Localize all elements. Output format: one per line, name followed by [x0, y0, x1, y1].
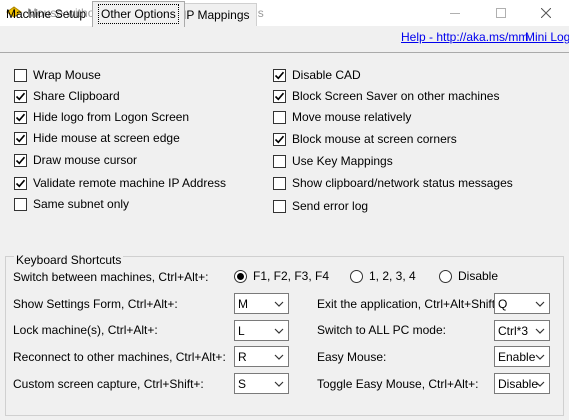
switch-number-keys-label: 1, 2, 3, 4 [369, 269, 416, 283]
toggle-easy-mouse-value: Disable [498, 377, 539, 391]
move-mouse-relatively-checkbox[interactable]: Move mouse relatively [273, 109, 411, 125]
screen-capture-label: Custom screen capture, Ctrl+Shift+: [13, 377, 204, 391]
tab-machine-setup[interactable]: Machine Setup [0, 3, 92, 27]
show-status-messages-checkbox[interactable]: Show clipboard/network status messages [273, 175, 513, 191]
chevron-down-icon [534, 324, 546, 337]
show-settings-label: Show Settings Form, Ctrl+Alt+: [13, 297, 178, 311]
validate-ip-label: Validate remote machine IP Address [33, 176, 226, 190]
checkmark-icon [14, 153, 27, 167]
checkmark-icon [14, 131, 27, 145]
checkbox-box [14, 68, 27, 82]
validate-ip-checkbox[interactable]: Validate remote machine IP Address [14, 175, 226, 191]
block-screensaver-checkbox[interactable]: Block Screen Saver on other machines [273, 88, 499, 104]
block-mouse-corners-label: Block mouse at screen corners [292, 132, 457, 146]
checkbox-box [273, 176, 286, 190]
show-settings-select[interactable]: M [234, 293, 289, 314]
reconnect-value: R [238, 350, 247, 364]
switch-f-keys-radio[interactable]: F1, F2, F3, F4 [234, 268, 329, 284]
draw-mouse-cursor-checkbox[interactable]: Draw mouse cursor [14, 152, 137, 168]
send-error-log-label: Send error log [292, 199, 369, 213]
lock-machines-value: L [238, 324, 245, 338]
exit-app-label: Exit the application, Ctrl+Alt+Shift+: [317, 297, 506, 311]
chevron-down-icon [534, 350, 546, 363]
checkmark-icon [14, 110, 27, 124]
switch-number-keys-radio[interactable]: 1, 2, 3, 4 [350, 268, 416, 284]
tab-other-options-label: Other Options [98, 4, 179, 24]
share-clipboard-label: Share Clipboard [33, 89, 120, 103]
disable-cad-checkbox[interactable]: Disable CAD [273, 67, 361, 83]
checkmark-icon [273, 68, 286, 82]
wrap-mouse-label: Wrap Mouse [33, 68, 101, 82]
radio-selected-icon [234, 269, 247, 283]
all-pc-mode-label: Switch to ALL PC mode: [317, 323, 446, 337]
toggle-easy-mouse-label: Toggle Easy Mouse, Ctrl+Alt+: [317, 377, 479, 391]
mini-log-link[interactable]: Mini Log [525, 30, 569, 44]
chevron-down-icon [273, 324, 285, 337]
switch-f-keys-label: F1, F2, F3, F4 [253, 269, 330, 283]
checkbox-box [273, 199, 286, 213]
send-error-log-checkbox[interactable]: Send error log [273, 198, 368, 214]
chevron-down-icon [534, 297, 546, 310]
exit-app-select[interactable]: Q [494, 293, 550, 314]
radio-empty-icon [439, 269, 452, 283]
hide-logo-label: Hide logo from Logon Screen [33, 110, 190, 124]
switch-machines-label: Switch between machines, Ctrl+Alt+: [13, 270, 209, 284]
reconnect-label: Reconnect to other machines, Ctrl+Alt+: [13, 350, 226, 364]
chevron-down-icon [273, 377, 285, 390]
show-settings-value: M [238, 297, 248, 311]
share-clipboard-checkbox[interactable]: Share Clipboard [14, 88, 120, 104]
easy-mouse-label: Easy Mouse: [317, 350, 387, 364]
draw-mouse-cursor-label: Draw mouse cursor [33, 153, 138, 167]
checkmark-icon [14, 89, 27, 103]
exit-app-value: Q [498, 297, 508, 311]
same-subnet-checkbox[interactable]: Same subnet only [14, 196, 129, 212]
easy-mouse-value: Enable [498, 350, 536, 364]
use-key-mappings-checkbox[interactable]: Use Key Mappings [273, 153, 393, 169]
easy-mouse-select[interactable]: Enable [494, 346, 550, 367]
hide-logo-checkbox[interactable]: Hide logo from Logon Screen [14, 109, 189, 125]
radio-empty-icon [350, 269, 363, 283]
keyboard-shortcuts-title: Keyboard Shortcuts [14, 253, 124, 267]
screen-capture-select[interactable]: S [234, 373, 289, 394]
close-icon[interactable] [523, 0, 569, 26]
same-subnet-label: Same subnet only [33, 197, 130, 211]
minimize-icon[interactable] [432, 0, 478, 26]
checkmark-icon [273, 132, 286, 146]
lock-machines-label: Lock machine(s), Ctrl+Alt+: [13, 323, 158, 337]
maximize-icon[interactable] [478, 0, 524, 26]
checkbox-box [273, 154, 286, 168]
use-key-mappings-label: Use Key Mappings [292, 154, 393, 168]
checkbox-box [14, 197, 27, 211]
screen-capture-value: S [238, 377, 247, 391]
reconnect-select[interactable]: R [234, 346, 289, 367]
move-mouse-relatively-label: Move mouse relatively [292, 110, 412, 124]
toggle-easy-mouse-select[interactable]: Disable [494, 373, 550, 394]
chevron-down-icon [534, 377, 546, 390]
all-pc-mode-select[interactable]: Ctrl*3 [494, 320, 550, 341]
checkmark-icon [14, 176, 27, 190]
chevron-down-icon [273, 350, 285, 363]
show-status-messages-label: Show clipboard/network status messages [292, 176, 513, 190]
lock-machines-select[interactable]: L [234, 320, 289, 341]
hide-mouse-edge-checkbox[interactable]: Hide mouse at screen edge [14, 130, 180, 146]
all-pc-mode-value: Ctrl*3 [498, 324, 529, 338]
chevron-down-icon [273, 297, 285, 310]
block-mouse-corners-checkbox[interactable]: Block mouse at screen corners [273, 131, 457, 147]
tab-ip-mappings[interactable]: IP Mappings [176, 3, 257, 26]
block-screensaver-label: Block Screen Saver on other machines [292, 89, 500, 103]
hide-mouse-edge-label: Hide mouse at screen edge [33, 131, 180, 145]
disable-cad-label: Disable CAD [292, 68, 361, 82]
switch-disable-radio[interactable]: Disable [439, 268, 498, 284]
checkmark-icon [273, 89, 286, 103]
switch-disable-label: Disable [458, 269, 499, 283]
checkbox-box [273, 110, 286, 124]
tab-other-options[interactable]: Other Options [92, 1, 185, 27]
wrap-mouse-checkbox[interactable]: Wrap Mouse [14, 67, 101, 83]
help-link[interactable]: Help - http://aka.ms/mm [401, 30, 528, 44]
